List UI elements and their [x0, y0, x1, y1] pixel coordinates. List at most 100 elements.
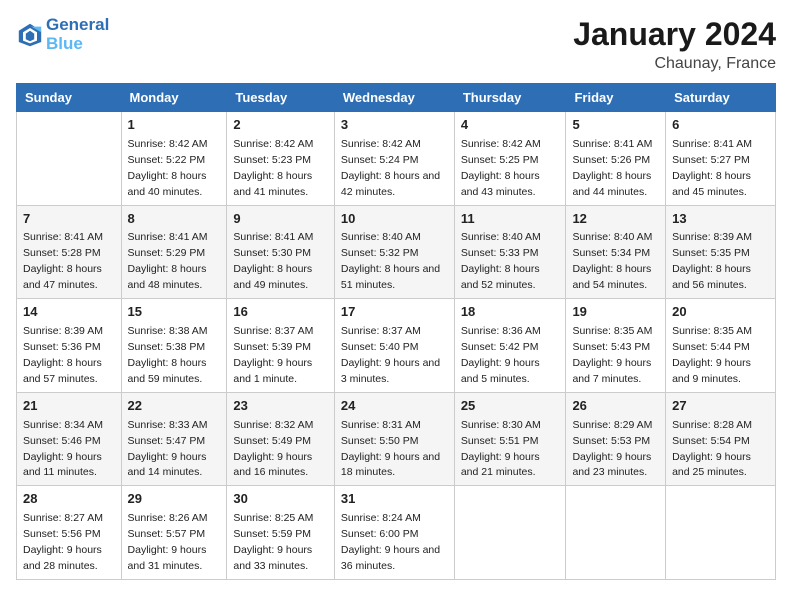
day-cell: 4Sunrise: 8:42 AMSunset: 5:25 PMDaylight…: [454, 112, 566, 206]
day-info: Sunrise: 8:41 AMSunset: 5:28 PMDaylight:…: [23, 231, 103, 291]
week-row-4: 21 Sunrise: 8:34 AMSunset: 5:46 PMDayligh…: [17, 392, 776, 486]
day-cell: 15 Sunrise: 8:38 AMSunset: 5:38 PMDayligh…: [121, 299, 227, 393]
day-cell: 26 Sunrise: 8:29 AMSunset: 5:53 PMDayligh…: [566, 392, 666, 486]
day-cell: 7 Sunrise: 8:41 AMSunset: 5:28 PMDaylight…: [17, 205, 122, 299]
day-number: 23: [233, 397, 327, 416]
day-info: Sunrise: 8:41 AMSunset: 5:29 PMDaylight:…: [128, 231, 208, 291]
day-number: 3: [341, 116, 448, 135]
day-cell: 24Sunrise: 8:31 AMSunset: 5:50 PMDayligh…: [334, 392, 454, 486]
week-row-1: 1 Sunrise: 8:42 AMSunset: 5:22 PMDaylight…: [17, 112, 776, 206]
day-number: 19: [572, 303, 659, 322]
day-cell: 1 Sunrise: 8:42 AMSunset: 5:22 PMDaylight…: [121, 112, 227, 206]
day-cell: 14Sunrise: 8:39 AMSunset: 5:36 PMDayligh…: [17, 299, 122, 393]
col-header-thursday: Thursday: [454, 84, 566, 112]
page-container: General Blue January 2024 Chaunay, Franc…: [0, 0, 792, 588]
day-cell: 6Sunrise: 8:41 AMSunset: 5:27 PMDaylight…: [666, 112, 776, 206]
day-cell: [666, 486, 776, 580]
day-info: Sunrise: 8:42 AMSunset: 5:24 PMDaylight:…: [341, 138, 440, 198]
day-cell: 18 Sunrise: 8:36 AMSunset: 5:42 PMDayligh…: [454, 299, 566, 393]
calendar-table: SundayMondayTuesdayWednesdayThursdayFrid…: [16, 83, 776, 580]
day-number: 22: [128, 397, 221, 416]
day-cell: 12 Sunrise: 8:40 AMSunset: 5:34 PMDayligh…: [566, 205, 666, 299]
logo-icon: [16, 21, 44, 49]
day-info: Sunrise: 8:33 AMSunset: 5:47 PMDaylight:…: [128, 419, 208, 479]
day-cell: 13 Sunrise: 8:39 AMSunset: 5:35 PMDayligh…: [666, 205, 776, 299]
day-number: 1: [128, 116, 221, 135]
day-cell: 27Sunrise: 8:28 AMSunset: 5:54 PMDayligh…: [666, 392, 776, 486]
day-number: 18: [461, 303, 560, 322]
day-info: Sunrise: 8:34 AMSunset: 5:46 PMDaylight:…: [23, 419, 103, 479]
day-cell: 3 Sunrise: 8:42 AMSunset: 5:24 PMDaylight…: [334, 112, 454, 206]
day-cell: [17, 112, 122, 206]
day-info: Sunrise: 8:29 AMSunset: 5:53 PMDaylight:…: [572, 419, 652, 479]
day-number: 24: [341, 397, 448, 416]
col-header-friday: Friday: [566, 84, 666, 112]
day-info: Sunrise: 8:25 AMSunset: 5:59 PMDaylight:…: [233, 512, 313, 572]
day-number: 17: [341, 303, 448, 322]
day-info: Sunrise: 8:40 AMSunset: 5:34 PMDaylight:…: [572, 231, 652, 291]
day-number: 15: [128, 303, 221, 322]
day-info: Sunrise: 8:42 AMSunset: 5:23 PMDaylight:…: [233, 138, 313, 198]
day-info: Sunrise: 8:32 AMSunset: 5:49 PMDaylight:…: [233, 419, 313, 479]
day-cell: 16Sunrise: 8:37 AMSunset: 5:39 PMDayligh…: [227, 299, 334, 393]
day-info: Sunrise: 8:40 AMSunset: 5:32 PMDaylight:…: [341, 231, 440, 291]
header: General Blue January 2024 Chaunay, Franc…: [16, 16, 776, 73]
day-cell: 2Sunrise: 8:42 AMSunset: 5:23 PMDaylight…: [227, 112, 334, 206]
day-cell: 5Sunrise: 8:41 AMSunset: 5:26 PMDaylight…: [566, 112, 666, 206]
day-number: 12: [572, 210, 659, 229]
main-title: January 2024: [573, 16, 776, 53]
logo-text: General Blue: [46, 16, 109, 53]
day-cell: 10 Sunrise: 8:40 AMSunset: 5:32 PMDayligh…: [334, 205, 454, 299]
day-number: 7: [23, 210, 115, 229]
col-header-monday: Monday: [121, 84, 227, 112]
col-header-sunday: Sunday: [17, 84, 122, 112]
day-info: Sunrise: 8:38 AMSunset: 5:38 PMDaylight:…: [128, 325, 208, 385]
day-number: 30: [233, 490, 327, 509]
day-number: 10: [341, 210, 448, 229]
day-number: 26: [572, 397, 659, 416]
day-number: 14: [23, 303, 115, 322]
col-header-saturday: Saturday: [666, 84, 776, 112]
day-number: 27: [672, 397, 769, 416]
day-info: Sunrise: 8:35 AMSunset: 5:44 PMDaylight:…: [672, 325, 752, 385]
day-number: 11: [461, 210, 560, 229]
day-info: Sunrise: 8:35 AMSunset: 5:43 PMDaylight:…: [572, 325, 652, 385]
day-cell: 20 Sunrise: 8:35 AMSunset: 5:44 PMDayligh…: [666, 299, 776, 393]
day-info: Sunrise: 8:27 AMSunset: 5:56 PMDaylight:…: [23, 512, 103, 572]
day-cell: 28 Sunrise: 8:27 AMSunset: 5:56 PMDayligh…: [17, 486, 122, 580]
subtitle: Chaunay, France: [573, 55, 776, 73]
day-info: Sunrise: 8:42 AMSunset: 5:25 PMDaylight:…: [461, 138, 541, 198]
logo: General Blue: [16, 16, 109, 53]
col-header-tuesday: Tuesday: [227, 84, 334, 112]
day-cell: 23 Sunrise: 8:32 AMSunset: 5:49 PMDayligh…: [227, 392, 334, 486]
day-info: Sunrise: 8:36 AMSunset: 5:42 PMDaylight:…: [461, 325, 541, 385]
day-info: Sunrise: 8:26 AMSunset: 5:57 PMDaylight:…: [128, 512, 208, 572]
day-info: Sunrise: 8:41 AMSunset: 5:30 PMDaylight:…: [233, 231, 313, 291]
day-number: 21: [23, 397, 115, 416]
day-cell: 19 Sunrise: 8:35 AMSunset: 5:43 PMDayligh…: [566, 299, 666, 393]
day-cell: 31Sunrise: 8:24 AMSunset: 6:00 PMDayligh…: [334, 486, 454, 580]
day-cell: 17 Sunrise: 8:37 AMSunset: 5:40 PMDayligh…: [334, 299, 454, 393]
day-cell: [454, 486, 566, 580]
week-row-3: 14Sunrise: 8:39 AMSunset: 5:36 PMDayligh…: [17, 299, 776, 393]
col-header-wednesday: Wednesday: [334, 84, 454, 112]
day-info: Sunrise: 8:39 AMSunset: 5:35 PMDaylight:…: [672, 231, 752, 291]
day-cell: 21 Sunrise: 8:34 AMSunset: 5:46 PMDayligh…: [17, 392, 122, 486]
week-row-2: 7 Sunrise: 8:41 AMSunset: 5:28 PMDaylight…: [17, 205, 776, 299]
header-row: SundayMondayTuesdayWednesdayThursdayFrid…: [17, 84, 776, 112]
day-cell: 22 Sunrise: 8:33 AMSunset: 5:47 PMDayligh…: [121, 392, 227, 486]
day-number: 28: [23, 490, 115, 509]
day-info: Sunrise: 8:41 AMSunset: 5:27 PMDaylight:…: [672, 138, 752, 198]
day-number: 8: [128, 210, 221, 229]
day-info: Sunrise: 8:30 AMSunset: 5:51 PMDaylight:…: [461, 419, 541, 479]
day-cell: 29Sunrise: 8:26 AMSunset: 5:57 PMDayligh…: [121, 486, 227, 580]
day-number: 20: [672, 303, 769, 322]
day-cell: 11Sunrise: 8:40 AMSunset: 5:33 PMDayligh…: [454, 205, 566, 299]
day-cell: 30 Sunrise: 8:25 AMSunset: 5:59 PMDayligh…: [227, 486, 334, 580]
day-info: Sunrise: 8:42 AMSunset: 5:22 PMDaylight:…: [128, 138, 208, 198]
day-cell: 8 Sunrise: 8:41 AMSunset: 5:29 PMDaylight…: [121, 205, 227, 299]
day-number: 9: [233, 210, 327, 229]
day-info: Sunrise: 8:37 AMSunset: 5:40 PMDaylight:…: [341, 325, 440, 385]
day-number: 13: [672, 210, 769, 229]
day-number: 31: [341, 490, 448, 509]
